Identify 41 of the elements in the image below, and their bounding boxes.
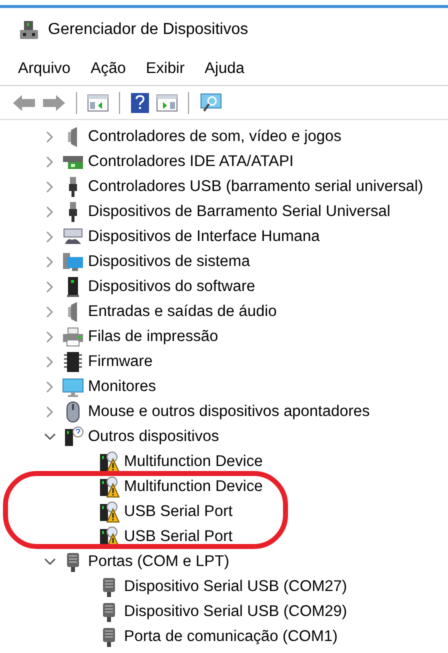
tree-item[interactable]: Portas (COM e LPT) (88, 550, 230, 574)
console-tree-icon[interactable] (87, 92, 109, 112)
tree-item[interactable]: Filas de impressão (88, 324, 218, 348)
back-arrow-icon[interactable] (12, 94, 36, 112)
tree-item[interactable]: Mouse e outros dispositivos apontadores (88, 400, 370, 424)
printer-icon (62, 326, 84, 348)
action-pane-icon[interactable] (156, 92, 178, 112)
tree-item[interactable]: Entradas e saídas de áudio (88, 300, 277, 324)
tree-item[interactable]: USB Serial Port (124, 524, 233, 548)
chip-icon (62, 350, 84, 372)
tree-item[interactable]: Monitores (88, 374, 156, 398)
tree-item[interactable]: Dispositivos do software (88, 274, 256, 298)
warning-device-icon (98, 450, 120, 472)
window-title: Gerenciador de Dispositivos (48, 20, 248, 40)
menu-item[interactable]: Ação (90, 56, 126, 80)
tree-item[interactable]: Dispositivos de Interface Humana (88, 224, 320, 248)
menu-item[interactable]: Exibir (146, 56, 185, 80)
tree-item[interactable]: Dispositivos de sistema (88, 250, 250, 274)
tree-item[interactable]: Dispositivos de Barramento Serial Universal (88, 200, 390, 224)
tree-item[interactable]: Dispositivo Serial USB (COM27) (124, 574, 348, 598)
monitor-scan-icon[interactable] (199, 92, 223, 114)
tree-item[interactable]: Controladores de som, vídeo e jogos (88, 124, 342, 148)
menu-item[interactable]: Ajuda (204, 56, 244, 80)
forward-arrow-icon[interactable] (42, 94, 66, 112)
warning-device-icon (98, 500, 120, 522)
tree-item[interactable]: Firmware (88, 350, 153, 374)
device-manager-icon (18, 19, 40, 41)
help-icon[interactable] (130, 92, 150, 114)
computer-icon (62, 250, 84, 272)
tree-item[interactable]: Multifunction Device (124, 474, 263, 498)
unknown-device-icon (62, 426, 84, 448)
menu-item[interactable]: Arquivo (18, 56, 71, 80)
tree-item[interactable]: Multifunction Device (124, 450, 263, 474)
tree-item[interactable]: Dispositivo Serial USB (COM29) (124, 600, 348, 624)
tree-item[interactable]: Controladores USB (barramento serial universal) (88, 174, 424, 198)
tree-item[interactable]: Controladores IDE ATA/ATAPI (88, 150, 294, 174)
tree-item[interactable]: USB Serial Port (124, 500, 233, 524)
tree-item[interactable]: Porta de comunicação (COM1) (124, 624, 338, 648)
monitor-icon (62, 376, 84, 398)
tree-item[interactable]: Outros dispositivos (88, 424, 219, 448)
warning-device-icon (98, 476, 120, 498)
